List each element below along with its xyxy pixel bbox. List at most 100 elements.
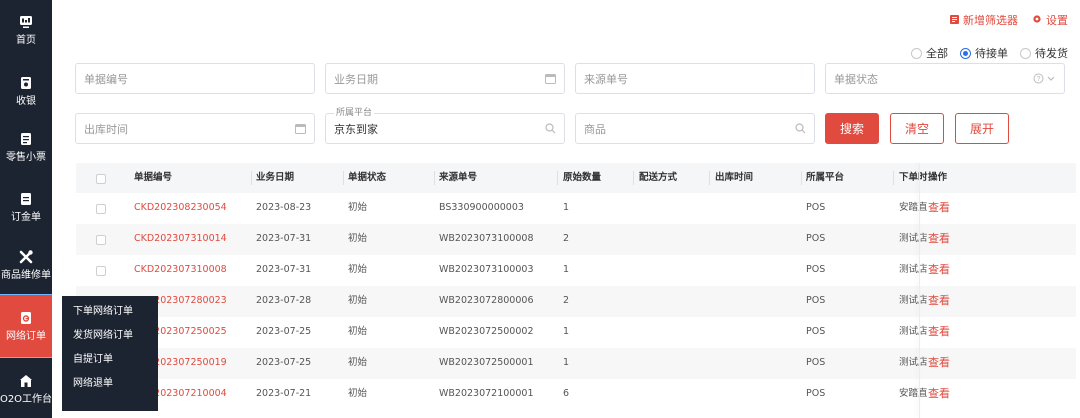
svg-text:?: ?	[1037, 76, 1041, 83]
view-link[interactable]: 查看	[928, 348, 988, 378]
radio-pending-accept[interactable]: 待接单	[960, 45, 1008, 61]
cell-orig-qty: 1	[563, 264, 570, 275]
sidebar-item-label: O2O工作台	[0, 394, 53, 405]
table-row: CKD202308230054 2023-08-23 初始 BS33090000000…	[76, 193, 1076, 224]
calendar-icon	[294, 122, 306, 134]
add-filter-button[interactable]: 新增筛选器	[950, 12, 1018, 28]
col-doc-status[interactable]: 单据状态	[348, 163, 386, 193]
view-link[interactable]: 查看	[928, 286, 988, 316]
sidebar-item-online-order[interactable]: 网络订单	[0, 294, 53, 358]
cell-orig-qty: 1	[563, 326, 570, 337]
cell-doc-status: 初始	[348, 388, 368, 399]
search-icon	[544, 122, 556, 134]
cell-orig-qty: 1	[563, 357, 570, 368]
cell-doc-no[interactable]: CKD202308230054	[134, 193, 227, 223]
sidebar-item-cashier[interactable]: 收银	[0, 66, 52, 116]
cell-source-no: WB2023073100008	[439, 233, 534, 244]
clear-button[interactable]: 清空	[890, 113, 944, 144]
submenu-item-ship-online-order[interactable]: 发货网络订单	[62, 324, 158, 348]
view-link[interactable]: 查看	[928, 193, 988, 223]
order-status-radio-group: 全部 待接单 待发货	[911, 45, 1068, 61]
receipt-icon	[17, 130, 35, 148]
cell-order-time: 测试店铺	[899, 326, 929, 337]
sidebar-item-repair-order[interactable]: 商品维修单	[0, 240, 52, 290]
settings-button[interactable]: 设置	[1032, 12, 1068, 28]
sidebar-item-label: 商品维修单	[1, 270, 51, 281]
sidebar-item-label: 收银	[16, 96, 36, 107]
view-link[interactable]: 查看	[928, 224, 988, 254]
gear-icon	[1032, 14, 1042, 27]
sidebar-item-o2o-workbench[interactable]: O2O工作台	[0, 364, 52, 414]
cell-biz-date: 2023-07-25	[256, 357, 312, 368]
store-icon	[17, 372, 35, 390]
row-checkbox[interactable]	[96, 235, 106, 245]
deposit-icon	[17, 190, 35, 208]
cell-source-no: WB2023072100001	[439, 388, 534, 399]
col-source-no[interactable]: 来源单号	[439, 163, 477, 193]
submenu-item-online-return[interactable]: 网络退单	[62, 372, 158, 396]
cell-doc-no[interactable]: CKD202307310014	[134, 224, 227, 254]
col-platform[interactable]: 所属平台	[806, 163, 844, 193]
col-doc-no[interactable]: 单据编号	[134, 163, 172, 193]
cell-orig-qty: 6	[563, 388, 570, 399]
platform-select[interactable]: 所属平台 京东到家	[325, 108, 565, 144]
cell-biz-date: 2023-07-21	[256, 388, 312, 399]
cell-platform: POS	[806, 202, 826, 213]
calendar-icon	[544, 72, 556, 84]
filter-icon	[950, 14, 959, 27]
sidebar-item-deposit[interactable]: 订金单	[0, 182, 52, 232]
view-link[interactable]: 查看	[928, 255, 988, 285]
cell-order-time: 测试店铺	[899, 264, 929, 275]
sidebar: 首页 收银 零售小票 订金单 商品维修单 网络订单 O2O工作台	[0, 0, 53, 418]
col-operation: 操作	[928, 163, 948, 193]
radio-all[interactable]: 全部	[911, 45, 948, 61]
table-row: CKD202307250019 2023-07-25 初始 WB20230725000…	[76, 348, 1076, 379]
expand-button[interactable]: 展开	[955, 113, 1009, 144]
table-header: 单据编号 业务日期 单据状态 来源单号 原始数量 配送方式 出库时间 所属平台 …	[76, 163, 1076, 193]
cell-source-no: WB2023072800006	[439, 295, 534, 306]
table-row: CKD202307250025 2023-07-25 初始 WB20230725000…	[76, 317, 1076, 348]
col-orig-qty[interactable]: 原始数量	[563, 163, 601, 193]
col-out-time[interactable]: 出库时间	[715, 163, 753, 193]
cell-platform: POS	[806, 233, 826, 244]
home-dashboard-icon	[17, 13, 35, 31]
product-input[interactable]: 商品	[575, 113, 815, 144]
row-checkbox[interactable]	[96, 266, 106, 276]
submenu-item-create-online-order[interactable]: 下单网络订单	[62, 300, 158, 324]
select-all-checkbox[interactable]	[96, 174, 106, 184]
cell-order-time: 测试店铺	[899, 357, 929, 368]
cell-doc-status: 初始	[348, 202, 368, 213]
cashier-icon	[17, 74, 35, 92]
doc-status-select[interactable]: 单据状态 ?	[825, 63, 1065, 94]
submenu-item-pickup-order[interactable]: 自提订单	[62, 348, 158, 372]
out-time-input[interactable]: 出库时间	[75, 113, 315, 144]
cell-platform: POS	[806, 357, 826, 368]
sidebar-item-label: 零售小票	[6, 152, 46, 163]
sidebar-item-home[interactable]: 首页	[0, 5, 52, 55]
table-row: CKD202307310014 2023-07-31 初始 WB20230731000…	[76, 224, 1076, 255]
doc-no-input[interactable]: 单据编号	[75, 63, 315, 94]
cell-source-no: WB2023072500002	[439, 326, 534, 337]
cell-order-time: 测试店铺	[899, 233, 929, 244]
cell-doc-status: 初始	[348, 357, 368, 368]
cell-source-no: BS330900000003	[439, 202, 524, 213]
cell-platform: POS	[806, 264, 826, 275]
col-biz-date[interactable]: 业务日期	[256, 163, 294, 193]
sidebar-item-retail-receipt[interactable]: 零售小票	[0, 122, 52, 172]
source-no-input[interactable]: 来源单号	[575, 63, 815, 94]
cell-order-time: 安踏直营	[899, 388, 929, 399]
radio-pending-ship[interactable]: 待发货	[1020, 45, 1068, 61]
cell-platform: POS	[806, 295, 826, 306]
search-button[interactable]: 搜索	[825, 113, 879, 144]
biz-date-input[interactable]: 业务日期	[325, 63, 565, 94]
cell-doc-status: 初始	[348, 295, 368, 306]
view-link[interactable]: 查看	[928, 317, 988, 347]
view-link[interactable]: 查看	[928, 379, 988, 409]
table-row: CKD202307310008 2023-07-31 初始 WB20230731000…	[76, 255, 1076, 286]
row-checkbox[interactable]	[96, 204, 106, 214]
cell-biz-date: 2023-07-25	[256, 326, 312, 337]
cell-source-no: WB2023072500001	[439, 357, 534, 368]
col-delivery[interactable]: 配送方式	[639, 163, 677, 193]
sidebar-item-label: 网络订单	[6, 331, 46, 342]
cell-doc-no[interactable]: CKD202307310008	[134, 255, 227, 285]
